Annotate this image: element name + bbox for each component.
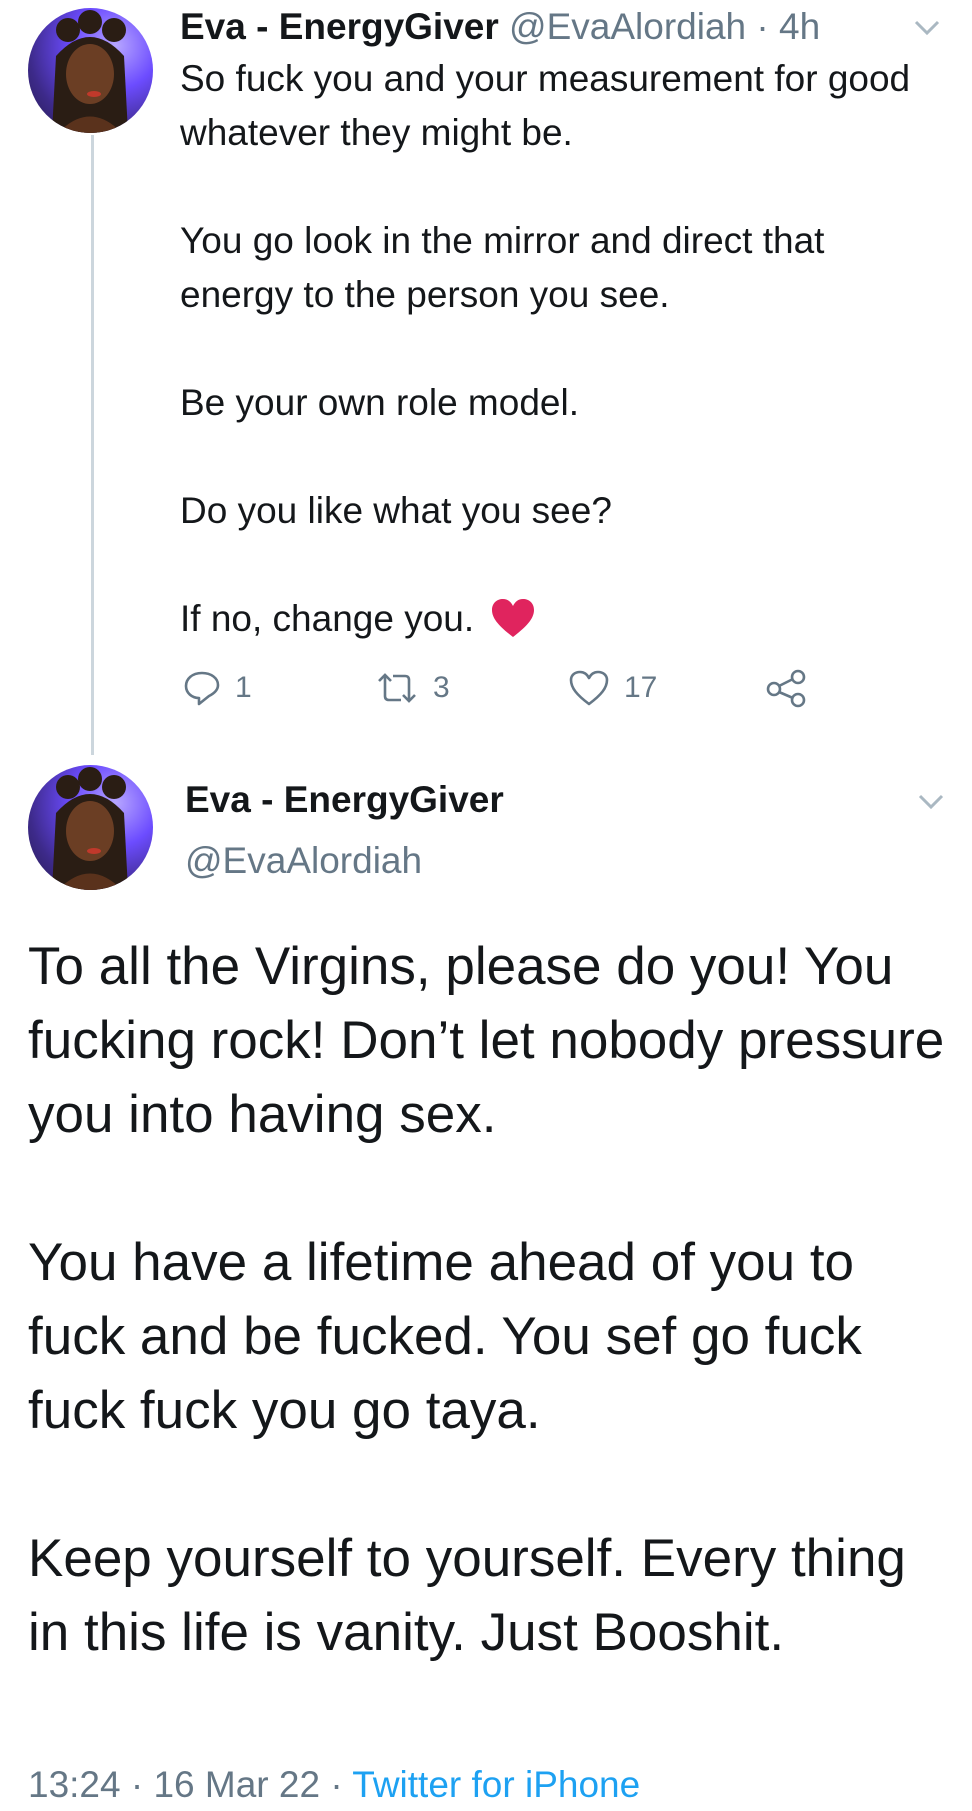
tweet-menu-button[interactable] [914, 784, 948, 818]
reply-button[interactable]: 1 [183, 668, 252, 708]
reply-icon [184, 671, 220, 706]
tweet-header: Eva - EnergyGiver @EvaAlordiah · 4h [180, 2, 880, 52]
tweet-paragraph: Do you like what you see? [180, 490, 612, 531]
tweet-source-link[interactable]: Twitter for iPhone [352, 1764, 640, 1805]
tweet-paragraph: You have a lifetime ahead of you to fuck… [28, 1233, 862, 1440]
tweet-meta: 13:24 · 16 Mar 22 · Twitter for iPhone [28, 1762, 640, 1808]
chevron-down-icon [918, 794, 944, 810]
avatar[interactable] [28, 8, 153, 133]
tweet-timestamp[interactable]: 13:24 · 16 Mar 22 · [28, 1764, 352, 1805]
author-name[interactable]: Eva - EnergyGiver [180, 6, 499, 47]
author-name[interactable]: Eva - EnergyGiver [185, 775, 504, 825]
separator-dot: · [756, 6, 769, 47]
thread-connector-line [91, 135, 94, 755]
tweet-time[interactable]: 4h [779, 6, 820, 47]
share-icon [766, 669, 806, 708]
retweet-count: 3 [433, 671, 450, 704]
tweet-text: To all the Virgins, please do you! You f… [28, 930, 948, 1670]
tweet-paragraph: To all the Virgins, please do you! You f… [28, 937, 945, 1144]
share-button[interactable] [765, 668, 821, 708]
tweet-paragraph: So fuck you and your measurement for goo… [180, 58, 911, 153]
red-heart-emoji-icon [492, 599, 535, 637]
avatar[interactable] [28, 765, 153, 890]
tweet-paragraph: Be your own role model. [180, 382, 579, 423]
author-handle[interactable]: @EvaAlordiah [185, 836, 422, 886]
reply-count: 1 [235, 671, 252, 704]
tweet-paragraph: Keep yourself to yourself. Every thing i… [28, 1529, 906, 1662]
author-handle[interactable]: @EvaAlordiah [509, 6, 746, 47]
tweet-menu-button[interactable] [910, 10, 944, 44]
retweet-button[interactable]: 3 [375, 668, 450, 708]
tweet-paragraph-text: If no, change you. [180, 598, 475, 639]
heart-icon [569, 670, 609, 706]
retweet-icon [378, 673, 416, 703]
like-button[interactable]: 17 [568, 668, 657, 708]
tweet-paragraph: You go look in the mirror and direct tha… [180, 220, 825, 315]
avatar-photo-icon [52, 10, 128, 133]
tweet-paragraph-last: If no, change you. [180, 592, 920, 646]
avatar-photo-icon [52, 767, 128, 890]
tweet-text: So fuck you and your measurement for goo… [180, 52, 920, 646]
chevron-down-icon [914, 20, 940, 36]
like-count: 17 [624, 671, 658, 704]
